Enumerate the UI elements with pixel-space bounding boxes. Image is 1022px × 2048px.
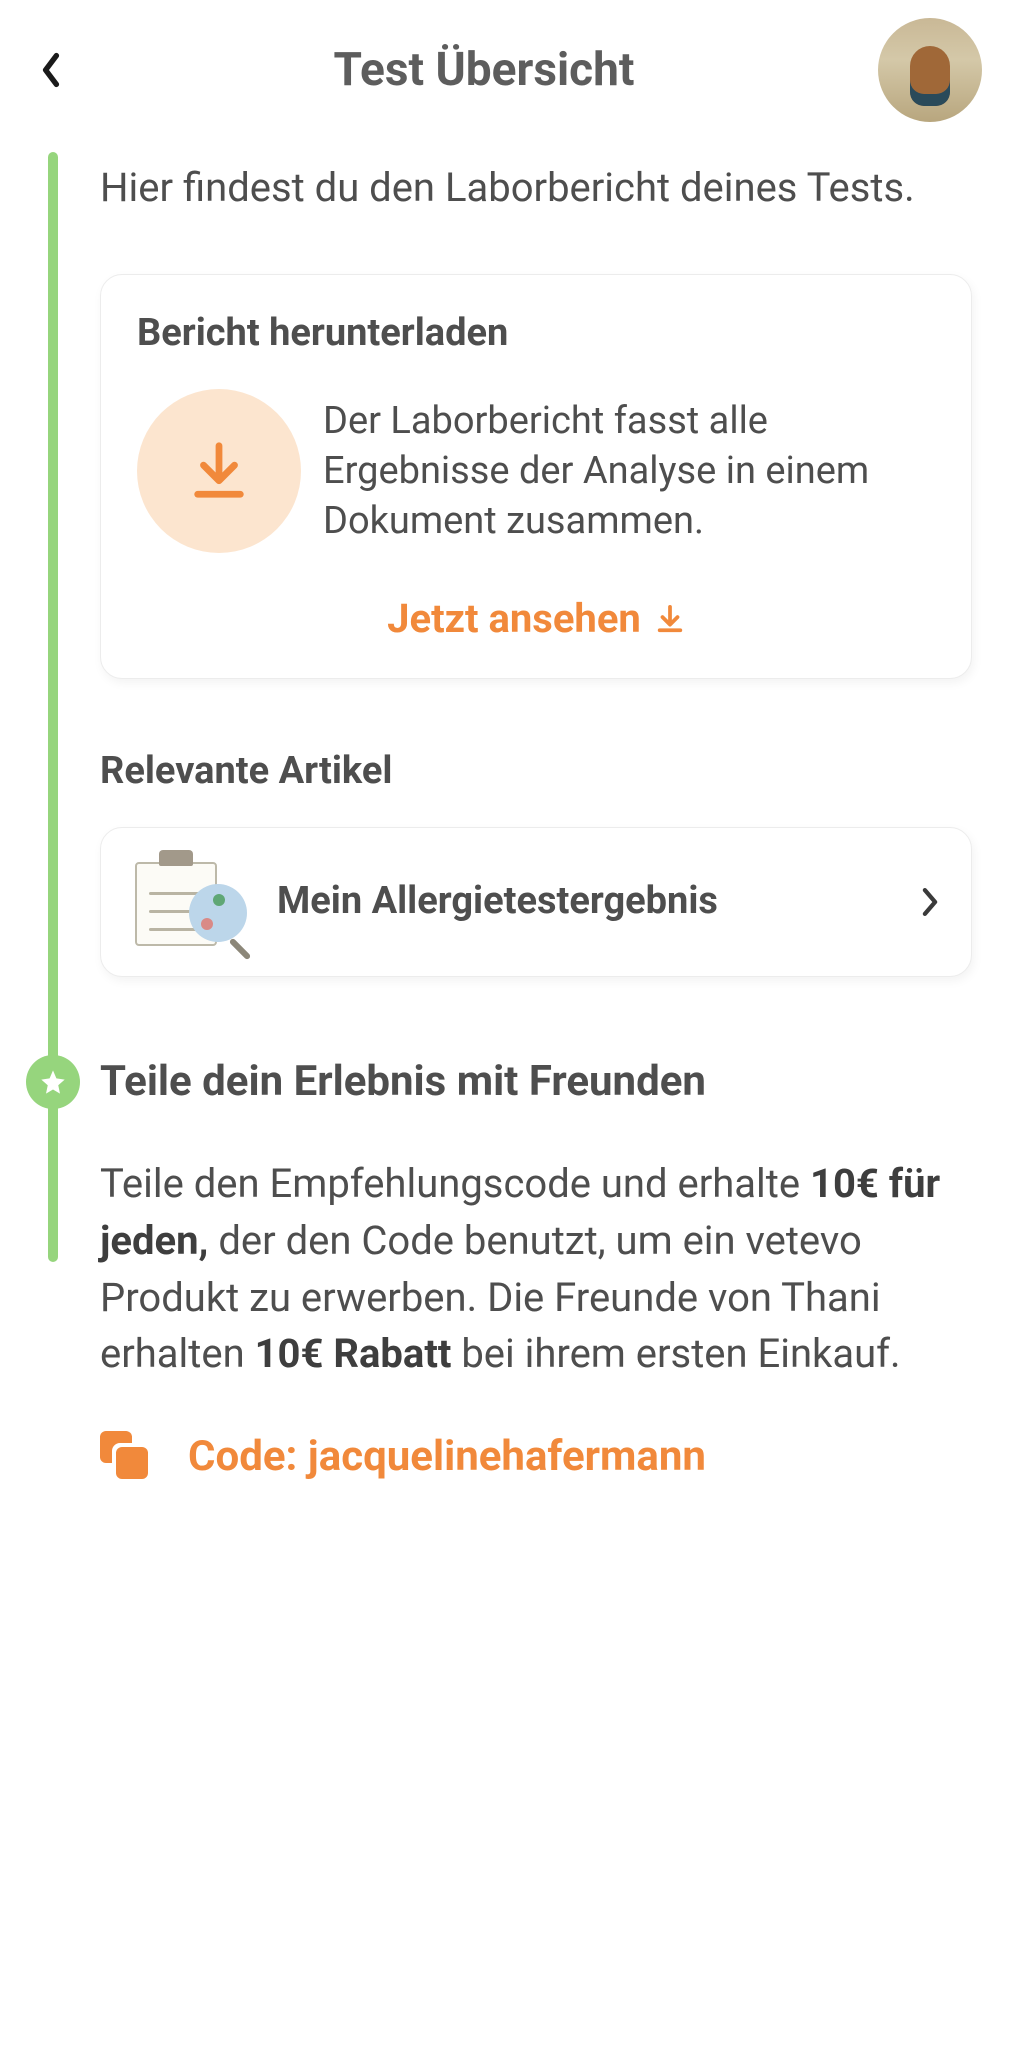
articles-section-title: Relevante Artikel <box>100 749 972 793</box>
article-item[interactable]: Mein Allergietestergebnis <box>100 827 972 977</box>
referral-code-row[interactable]: Code: jacquelinehafermann <box>100 1431 962 1481</box>
article-title: Mein Allergietestergebnis <box>277 878 891 926</box>
article-thumbnail <box>131 856 249 948</box>
download-small-icon <box>655 604 685 634</box>
referral-code-text: Code: jacquelinehafermann <box>188 1432 706 1481</box>
download-card-title: Bericht herunterladen <box>137 311 935 355</box>
page-title: Test Übersicht <box>90 43 878 97</box>
copy-icon <box>100 1431 150 1481</box>
download-card-description: Der Laborbericht fasst alle Ergebnisse d… <box>323 396 935 546</box>
chevron-left-icon <box>40 52 62 88</box>
back-button[interactable] <box>40 45 90 95</box>
share-section-title: Teile dein Erlebnis mit Freunden <box>100 1057 706 1106</box>
view-report-label: Jetzt ansehen <box>387 595 641 642</box>
chevron-right-icon <box>919 885 941 919</box>
download-icon <box>188 440 250 502</box>
view-report-button[interactable]: Jetzt ansehen <box>137 583 935 642</box>
download-icon-circle <box>137 389 301 553</box>
star-icon <box>39 1068 67 1096</box>
download-report-card: Bericht herunterladen Der Laborbericht f… <box>100 274 972 679</box>
pet-avatar[interactable] <box>878 18 982 122</box>
milestone-dot <box>26 1055 80 1109</box>
share-description: Teile den Empfehlungscode und erhalte 10… <box>100 1156 962 1383</box>
intro-text: Hier findest du den Laborbericht deines … <box>100 162 972 214</box>
app-header: Test Übersicht <box>0 0 1022 132</box>
share-milestone: Teile dein Erlebnis mit Freunden <box>0 1057 1022 1106</box>
